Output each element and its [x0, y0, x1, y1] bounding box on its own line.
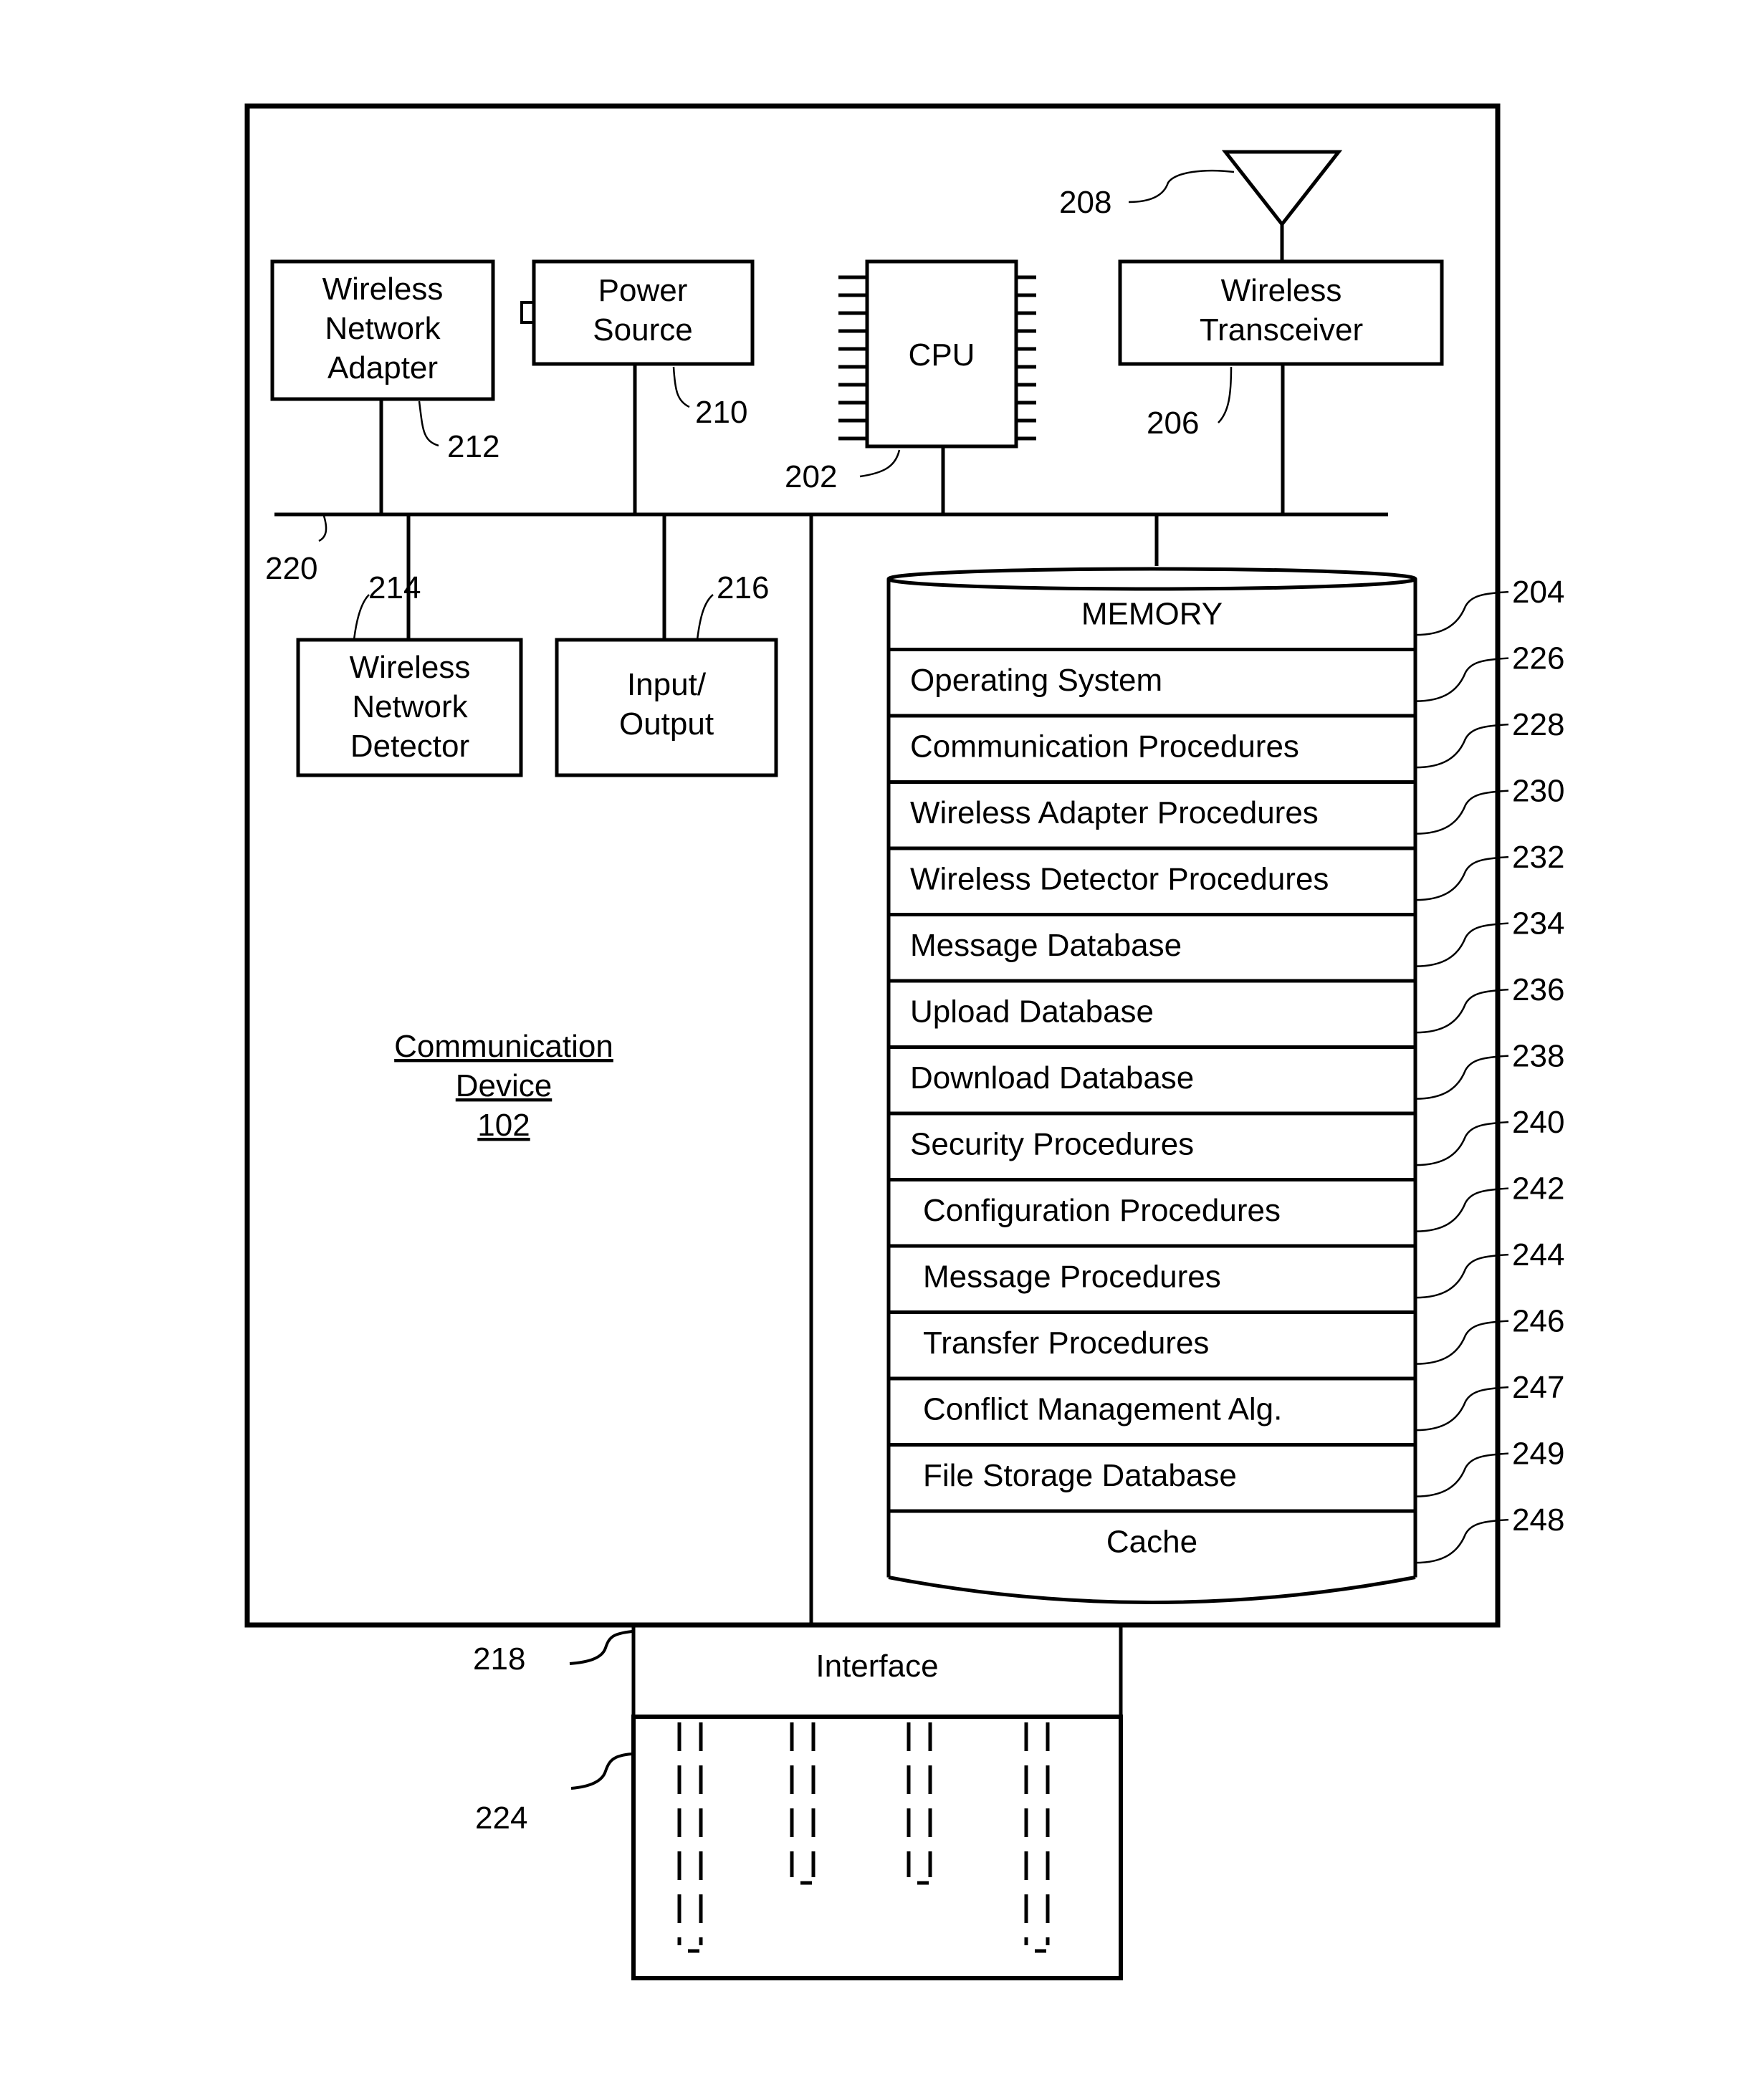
memory-ref-leader — [1415, 723, 1509, 769]
wna-line-2: Network — [325, 311, 441, 346]
wireless-network-adapter-box: Wireless Network Adapter — [270, 259, 495, 401]
wnd-ref: 214 — [368, 570, 421, 605]
device-title-line-1: Communication — [394, 1029, 613, 1064]
memory-item: Wireless Adapter Procedures — [910, 795, 1319, 830]
memory-ref-leader — [1415, 1320, 1509, 1365]
io-line-1: Input/ — [627, 667, 707, 702]
memory-ref: 242 — [1512, 1171, 1564, 1207]
memory-item: Message Procedures — [923, 1259, 1221, 1294]
wnd-line-1: Wireless — [350, 650, 471, 685]
memory-ref-leader — [1415, 1386, 1509, 1432]
memory-ref-leader — [1415, 1055, 1509, 1100]
interface-leader — [569, 1630, 633, 1665]
power-leader — [672, 366, 690, 408]
power-ref: 210 — [695, 395, 747, 430]
memory-ref: 234 — [1512, 906, 1564, 941]
memory-cylinder: MEMORY 204 Operating System 226 Communicatio… — [886, 567, 1564, 1604]
memory-top — [886, 567, 1417, 591]
transceiver-leader — [1218, 366, 1233, 423]
memory-ref: 204 — [1512, 575, 1564, 610]
power-plug-icon — [520, 301, 535, 324]
wnd-line-2: Network — [352, 689, 468, 724]
memory-ref-leader — [1415, 1253, 1509, 1299]
antenna-icon — [1221, 150, 1343, 228]
wna-line-1: Wireless — [322, 272, 444, 307]
memory-item: Security Procedures — [910, 1126, 1194, 1161]
memory-item: Conflict Management Alg. — [923, 1391, 1282, 1427]
memory-ref-leader — [1415, 590, 1509, 636]
memory-ref-leader — [1415, 790, 1509, 835]
memory-ref: 232 — [1512, 840, 1564, 875]
interface-ref: 218 — [473, 1641, 525, 1677]
memory-ref-leader — [1415, 922, 1509, 967]
io-leader — [696, 594, 714, 641]
wireless-network-detector-box: Wireless Network Detector — [296, 638, 523, 777]
memory-item: Wireless Detector Procedures — [910, 861, 1329, 896]
connector-pins — [677, 1722, 1050, 1953]
wireless-transceiver-box: Wireless Transceiver — [1118, 259, 1444, 366]
connector-leader — [570, 1753, 633, 1790]
cpu-label: CPU — [909, 337, 975, 373]
io-ref: 216 — [717, 570, 769, 605]
memory-item: Transfer Procedures — [923, 1325, 1209, 1361]
io-line-2: Output — [619, 706, 714, 742]
wnd-leader — [353, 594, 370, 641]
memory-ref-leader — [1415, 988, 1509, 1034]
memory-ref-leader — [1415, 1452, 1509, 1497]
memory-ref: 226 — [1512, 641, 1564, 676]
memory-bottom — [888, 1576, 1416, 1604]
memory-ref: 230 — [1512, 774, 1564, 809]
memory-ref: 247 — [1512, 1370, 1564, 1405]
wnd-line-3: Detector — [350, 729, 469, 764]
bus-ref: 220 — [265, 551, 317, 586]
wna-leader — [418, 401, 439, 447]
cpu-chip: CPU — [838, 259, 1036, 449]
device-label: Communication Device 102 — [394, 1029, 613, 1143]
memory-item: Communication Procedures — [910, 729, 1299, 764]
memory-ref-leader — [1415, 1518, 1509, 1564]
memory-ref-leader — [1415, 855, 1509, 901]
antenna-ref: 208 — [1059, 185, 1111, 220]
memory-ref: 240 — [1512, 1105, 1564, 1140]
power-line-1: Power — [598, 273, 688, 308]
memory-item: File Storage Database — [923, 1458, 1237, 1493]
memory-ref: 236 — [1512, 972, 1564, 1007]
transceiver-line-1: Wireless — [1221, 273, 1342, 308]
interface-label: Interface — [816, 1649, 938, 1684]
memory-ref: 244 — [1512, 1237, 1564, 1272]
device-ref: 102 — [477, 1108, 530, 1143]
memory-ref-leader — [1415, 1187, 1509, 1232]
bus-leader — [318, 515, 327, 542]
memory-ref: 246 — [1512, 1304, 1564, 1339]
wna-line-3: Adapter — [327, 350, 438, 385]
connector-block — [631, 1715, 1123, 1980]
input-output-box: Input/ Output — [555, 638, 778, 777]
memory-ref: 249 — [1512, 1437, 1564, 1472]
memory-item: Download Database — [910, 1060, 1194, 1095]
memory-ref: 228 — [1512, 707, 1564, 742]
memory-item: Operating System — [910, 663, 1162, 698]
device-diagram: 220 Wireless Network Adapter 212 Power S… — [244, 103, 1564, 1980]
memory-ref: 248 — [1512, 1502, 1564, 1538]
antenna-leader — [1128, 169, 1235, 203]
transceiver-line-2: Transceiver — [1200, 312, 1363, 347]
memory-item: Configuration Procedures — [923, 1193, 1281, 1228]
power-line-2: Source — [593, 312, 692, 347]
device-title-line-2: Device — [456, 1068, 553, 1103]
transceiver-ref: 206 — [1147, 406, 1199, 441]
interface-block: Interface — [631, 1623, 1123, 1719]
memory-cache: Cache — [1106, 1524, 1197, 1559]
wna-ref: 212 — [447, 429, 499, 464]
cpu-ref: 202 — [785, 459, 837, 494]
connector-ref: 224 — [475, 1801, 527, 1836]
memory-ref: 238 — [1512, 1039, 1564, 1074]
memory-ref-leader — [1415, 1121, 1509, 1166]
memory-item: Upload Database — [910, 994, 1154, 1029]
memory-ref-leader — [1415, 657, 1509, 702]
memory-item: Message Database — [910, 928, 1182, 963]
cpu-leader — [859, 449, 901, 478]
power-source-box: Power Source — [520, 259, 755, 366]
memory-title: MEMORY — [1081, 596, 1223, 631]
